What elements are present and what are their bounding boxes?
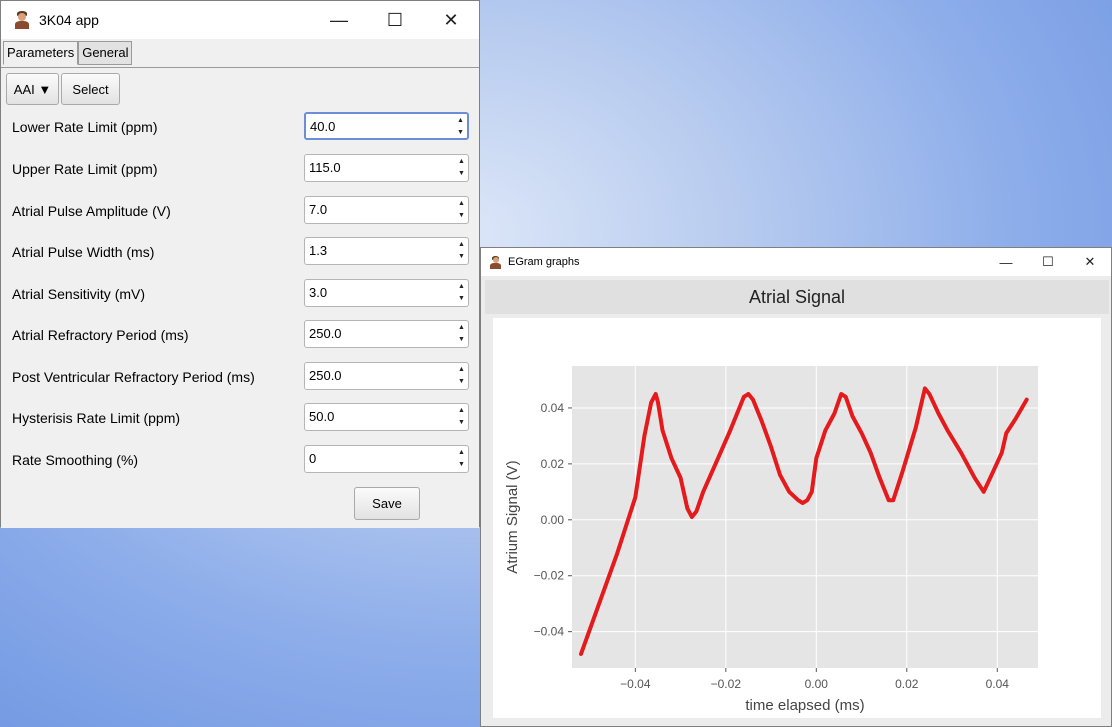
arrow-down-icon[interactable]: ▼ bbox=[458, 460, 465, 470]
chart-canvas: −0.04 −0.02 0.00 0.02 0.04 −0.04 −0.02 0.00 0.02… bbox=[493, 318, 1101, 718]
arrow-down-icon[interactable]: ▼ bbox=[458, 294, 465, 304]
spinner-value: 0 bbox=[309, 451, 317, 466]
arrow-down-icon[interactable]: ▼ bbox=[458, 252, 465, 262]
app-person-icon bbox=[13, 11, 31, 29]
y-tick-label: 0.04 bbox=[541, 401, 565, 415]
close-icon[interactable]: ✕ bbox=[1069, 248, 1111, 276]
tab-parameters[interactable]: Parameters bbox=[3, 41, 79, 65]
arrow-up-icon[interactable]: ▲ bbox=[458, 240, 465, 250]
arrow-down-icon[interactable]: ▼ bbox=[458, 418, 465, 428]
param-label: Lower Rate Limit (ppm) bbox=[12, 119, 158, 135]
egram-title-bar[interactable]: EGram graphs — ☐ ✕ bbox=[481, 248, 1111, 276]
arrow-up-icon[interactable]: ▲ bbox=[458, 282, 465, 292]
arrow-down-icon[interactable]: ▼ bbox=[458, 335, 465, 345]
y-tick-label: 0.00 bbox=[541, 513, 565, 527]
maximize-icon[interactable]: ☐ bbox=[1027, 248, 1069, 276]
window-title: 3K04 app bbox=[39, 12, 99, 28]
param-label: Post Ventricular Refractory Period (ms) bbox=[12, 369, 255, 385]
arrow-up-icon[interactable]: ▲ bbox=[458, 406, 465, 416]
x-axis-label: time elapsed (ms) bbox=[745, 697, 864, 714]
minimize-icon[interactable]: — bbox=[985, 248, 1027, 276]
arrow-down-icon[interactable]: ▼ bbox=[457, 128, 464, 138]
arrow-up-icon[interactable]: ▲ bbox=[458, 157, 465, 167]
rate-smoothing-spinner[interactable]: 0 ▲ ▼ bbox=[304, 445, 469, 473]
window-title: EGram graphs bbox=[508, 256, 580, 268]
lower-rate-limit-spinner[interactable]: 40.0 ▲ ▼ bbox=[304, 112, 469, 140]
y-tick-label: −0.02 bbox=[534, 569, 565, 583]
arrow-up-icon[interactable]: ▲ bbox=[458, 323, 465, 333]
param-label: Atrial Pulse Width (ms) bbox=[12, 244, 155, 260]
app-person-icon bbox=[489, 255, 502, 269]
spinner-arrows[interactable]: ▲ ▼ bbox=[457, 240, 466, 262]
plot-background bbox=[572, 366, 1038, 668]
arrow-up-icon[interactable]: ▲ bbox=[458, 365, 465, 375]
hysteresis-rate-limit-spinner[interactable]: 50.0 ▲ ▼ bbox=[304, 403, 469, 431]
arrow-down-icon[interactable]: ▼ bbox=[458, 377, 465, 387]
spinner-arrows[interactable]: ▲ ▼ bbox=[457, 199, 466, 221]
spinner-value: 115.0 bbox=[309, 160, 341, 175]
atrial-refractory-period-spinner[interactable]: 250.0 ▲ ▼ bbox=[304, 320, 469, 348]
x-tick-label: 0.00 bbox=[805, 677, 829, 691]
atrial-signal-chart: −0.04 −0.02 0.00 0.02 0.04 −0.04 −0.02 0.00 0.02… bbox=[504, 366, 1038, 714]
arrow-up-icon[interactable]: ▲ bbox=[457, 116, 464, 126]
parameters-panel: AAI ▼ Select Lower Rate Limit (ppm) 40.0… bbox=[1, 67, 479, 528]
arrow-down-icon[interactable]: ▼ bbox=[458, 211, 465, 221]
maximize-icon[interactable]: ☐ bbox=[367, 1, 423, 39]
x-tick-label: −0.02 bbox=[711, 677, 742, 691]
spinner-value: 3.0 bbox=[309, 285, 328, 300]
minimize-icon[interactable]: — bbox=[311, 1, 367, 39]
param-label: Atrial Pulse Amplitude (V) bbox=[12, 203, 171, 219]
tab-bar: Parameters General bbox=[3, 41, 133, 65]
main-window: 3K04 app — ☐ ✕ Parameters General AAI ▼ … bbox=[0, 0, 480, 528]
spinner-arrows[interactable]: ▲ ▼ bbox=[457, 365, 466, 387]
spinner-value: 7.0 bbox=[309, 202, 328, 217]
x-tick-label: 0.02 bbox=[895, 677, 919, 691]
arrow-up-icon[interactable]: ▲ bbox=[458, 199, 465, 209]
param-label: Atrial Refractory Period (ms) bbox=[12, 327, 189, 343]
pvarp-spinner[interactable]: 250.0 ▲ ▼ bbox=[304, 362, 469, 390]
y-tick-label: 0.02 bbox=[541, 457, 565, 471]
mode-dropdown[interactable]: AAI ▼ bbox=[6, 73, 59, 105]
x-tick-label: 0.04 bbox=[986, 677, 1010, 691]
select-button[interactable]: Select bbox=[61, 73, 120, 105]
atrial-sensitivity-spinner[interactable]: 3.0 ▲ ▼ bbox=[304, 279, 469, 307]
spinner-arrows[interactable]: ▲ ▼ bbox=[457, 448, 466, 470]
spinner-value: 40.0 bbox=[310, 119, 336, 134]
spinner-arrows[interactable]: ▲ ▼ bbox=[457, 323, 466, 345]
param-label: Hysterisis Rate Limit (ppm) bbox=[12, 410, 181, 426]
egram-window: EGram graphs — ☐ ✕ Atrial Signal −0.04 −0… bbox=[480, 247, 1112, 727]
main-title-bar[interactable]: 3K04 app — ☐ ✕ bbox=[1, 1, 479, 39]
y-axis-label: Atrium Signal (V) bbox=[504, 460, 521, 573]
tab-general[interactable]: General bbox=[78, 41, 133, 65]
arrow-down-icon[interactable]: ▼ bbox=[458, 169, 465, 179]
spinner-arrows[interactable]: ▲ ▼ bbox=[457, 282, 466, 304]
spinner-value: 50.0 bbox=[309, 409, 335, 424]
arrow-up-icon[interactable]: ▲ bbox=[458, 448, 465, 458]
upper-rate-limit-spinner[interactable]: 115.0 ▲ ▼ bbox=[304, 154, 469, 182]
param-label: Rate Smoothing (%) bbox=[12, 452, 139, 468]
param-label: Upper Rate Limit (ppm) bbox=[12, 161, 158, 177]
close-icon[interactable]: ✕ bbox=[423, 1, 479, 39]
spinner-arrows[interactable]: ▲ ▼ bbox=[456, 116, 465, 138]
save-button[interactable]: Save bbox=[354, 487, 420, 520]
y-tick-label: −0.04 bbox=[534, 625, 565, 639]
atrial-pulse-amplitude-spinner[interactable]: 7.0 ▲ ▼ bbox=[304, 196, 469, 224]
param-label: Atrial Sensitivity (mV) bbox=[12, 286, 146, 302]
spinner-arrows[interactable]: ▲ ▼ bbox=[457, 406, 466, 428]
spinner-value: 250.0 bbox=[309, 368, 342, 383]
x-tick-label: −0.04 bbox=[620, 677, 651, 691]
spinner-arrows[interactable]: ▲ ▼ bbox=[457, 157, 466, 179]
chart-title: Atrial Signal bbox=[485, 280, 1109, 314]
spinner-value: 1.3 bbox=[309, 243, 328, 258]
atrial-pulse-width-spinner[interactable]: 1.3 ▲ ▼ bbox=[304, 237, 469, 265]
spinner-value: 250.0 bbox=[309, 326, 342, 341]
